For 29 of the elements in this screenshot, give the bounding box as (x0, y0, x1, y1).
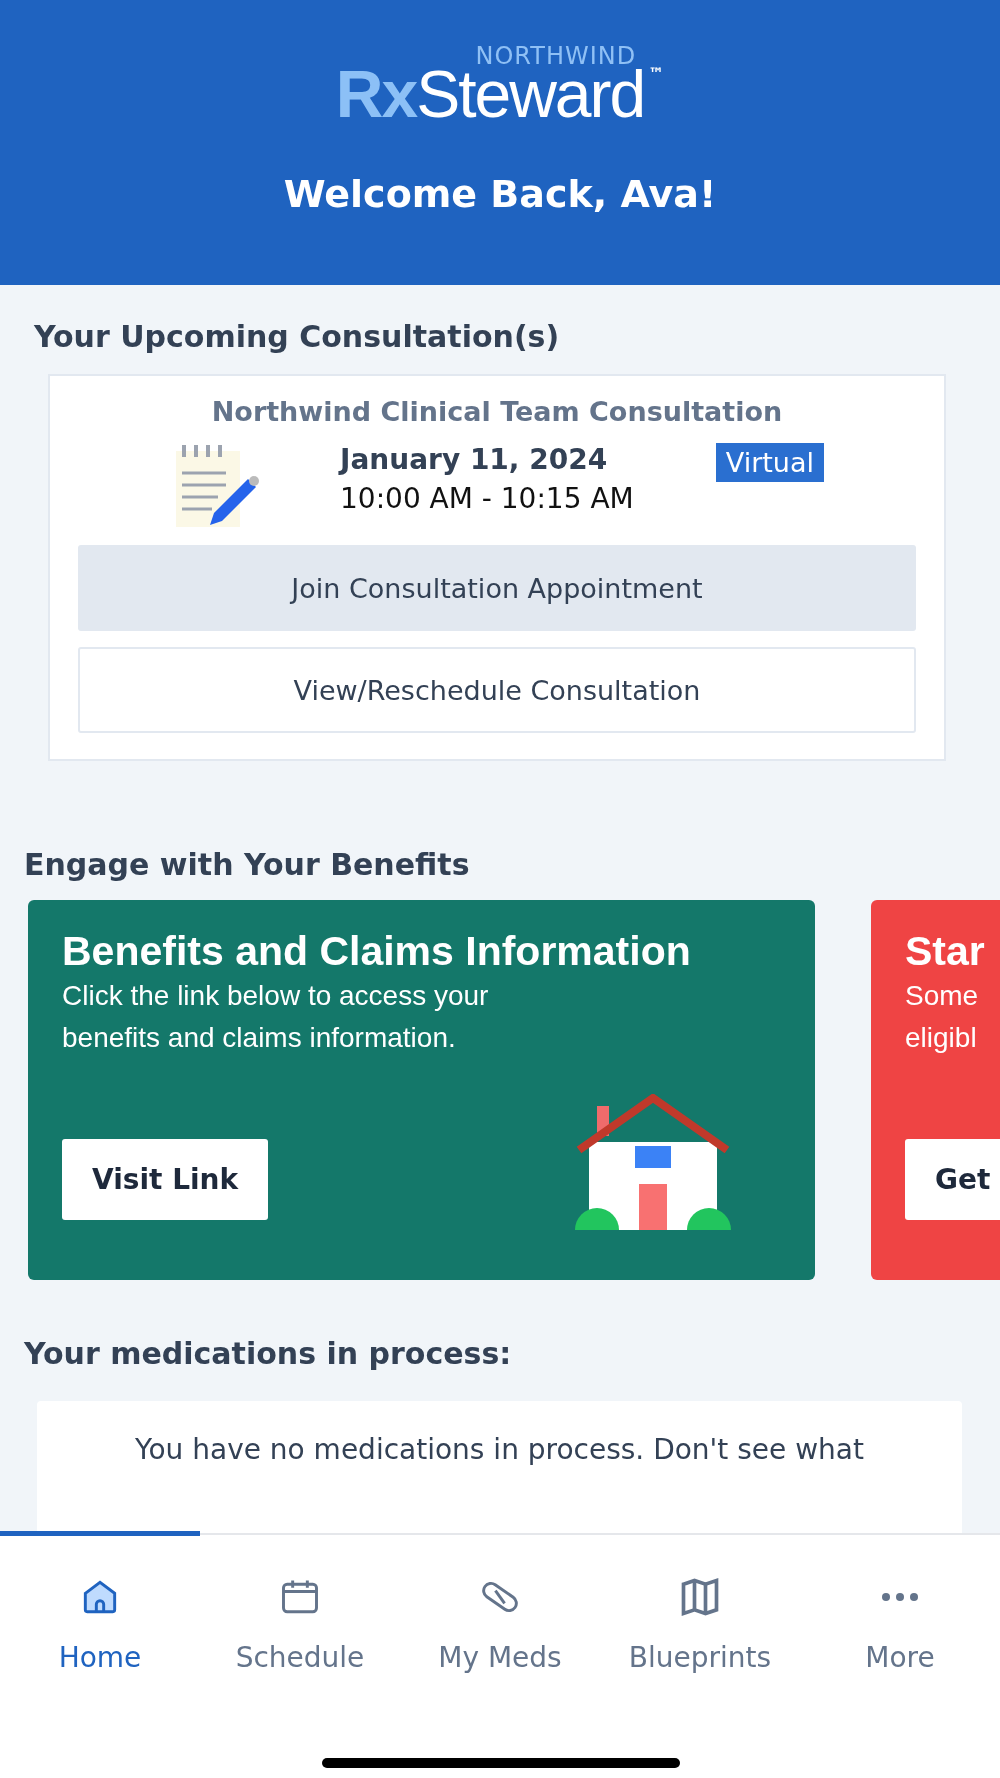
join-button[interactable]: Join Consultation Appointment (78, 545, 916, 631)
consultation-time: 10:00 AM - 10:15 AM (340, 482, 634, 515)
empty-message: You have no medications in process. Don't see what (135, 1433, 864, 1466)
trademark: ™ (648, 64, 665, 83)
card-title: Benefits and Claims Information (62, 928, 692, 975)
nav-tab[interactable]: My Meds (400, 1535, 600, 1778)
card-text: benefits and claims information. (62, 1021, 457, 1055)
virtual-badge: Virtual (715, 443, 824, 482)
card-text: Some (905, 979, 980, 1013)
welcome-title: Welcome Back, Ava! (283, 172, 717, 216)
nav-tab[interactable]: Home (0, 1535, 200, 1778)
section-title: Your medications in process: (24, 1336, 513, 1371)
card-title: Star (905, 928, 986, 975)
link-button[interactable]: Visit Link (62, 1139, 269, 1220)
reschedule-button[interactable]: View/Reschedule Consultation (78, 647, 916, 733)
nav-tab[interactable]: Schedule (200, 1535, 400, 1778)
house-icon (575, 1094, 731, 1230)
section-title: Engage with Your Benefits (24, 847, 471, 882)
consultation-date: January 11, 2024 (340, 443, 609, 476)
nav-tab[interactable]: Blueprints (600, 1535, 800, 1778)
section-title: Your Upcoming Consultation(s) (34, 319, 561, 354)
card-text: Click the link below to access your (62, 979, 490, 1013)
more-icon (882, 1593, 918, 1601)
consultation-title: Northwind Clinical Team Consultation (210, 396, 784, 427)
nav-tab[interactable]: More (800, 1535, 1000, 1778)
card-text: eligibl (905, 1021, 978, 1055)
benefit-card[interactable]: Benefits and Claims Information Click the link below to access your benefits and claims information. Visit Link (28, 900, 815, 1280)
link-button[interactable]: Get (905, 1139, 1000, 1220)
benefit-card[interactable]: Star Some eligibl Get (871, 900, 1000, 1280)
